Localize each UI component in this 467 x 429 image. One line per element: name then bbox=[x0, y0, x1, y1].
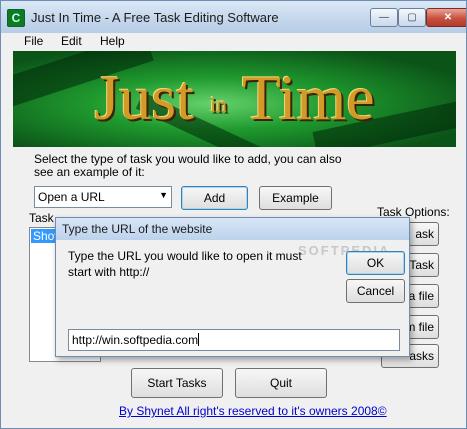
menu-bar: File Edit Help bbox=[1, 33, 466, 50]
banner-logo: Just in Time bbox=[13, 51, 456, 147]
quit-button[interactable]: Quit bbox=[235, 368, 327, 398]
url-dialog: Type the URL of the website Type the URL… bbox=[55, 217, 410, 357]
url-input-text: http://win.softpedia.com bbox=[72, 333, 200, 347]
instruction-line-2: see an example of it: bbox=[34, 165, 145, 179]
dialog-title-bar[interactable]: Type the URL of the website bbox=[56, 218, 409, 240]
url-input[interactable]: http://win.softpedia.com bbox=[68, 329, 400, 351]
window-title: Just In Time - A Free Task Editing Softw… bbox=[31, 10, 279, 25]
title-bar[interactable]: C Just In Time - A Free Task Editing Sof… bbox=[1, 1, 466, 33]
ok-button[interactable]: OK bbox=[346, 251, 405, 275]
example-button[interactable]: Example bbox=[259, 186, 332, 210]
banner-word-just: Just bbox=[94, 62, 194, 133]
dialog-title: Type the URL of the website bbox=[62, 222, 213, 236]
banner-word-in: in bbox=[209, 91, 228, 117]
text-caret bbox=[198, 333, 200, 346]
chevron-down-icon: ▼ bbox=[159, 190, 168, 200]
url-value: http://win.softpedia.com bbox=[72, 333, 199, 347]
footer-credits-link[interactable]: By Shynet All right's reserved to it's o… bbox=[119, 404, 387, 418]
menu-file[interactable]: File bbox=[24, 34, 43, 48]
instruction-line-1: Select the type of task you would like t… bbox=[34, 152, 342, 166]
menu-edit[interactable]: Edit bbox=[61, 34, 82, 48]
task-type-select[interactable]: Open a URL ▼ bbox=[34, 186, 172, 208]
close-button[interactable]: ✕ bbox=[426, 8, 466, 27]
task-type-value: Open a URL bbox=[38, 190, 105, 204]
menu-help[interactable]: Help bbox=[100, 34, 125, 48]
start-tasks-button[interactable]: Start Tasks bbox=[131, 368, 223, 398]
add-button[interactable]: Add bbox=[181, 186, 248, 210]
banner-word-time: Time bbox=[241, 62, 375, 133]
tasks-label: Task bbox=[29, 211, 54, 225]
minimize-button[interactable]: — bbox=[370, 8, 398, 27]
app-icon: C bbox=[7, 9, 25, 27]
dialog-message: Type the URL you would like to open it m… bbox=[68, 249, 302, 279]
maximize-button[interactable]: ▢ bbox=[398, 8, 426, 27]
banner-title: Just in Time bbox=[13, 61, 456, 135]
main-window: C Just In Time - A Free Task Editing Sof… bbox=[0, 0, 467, 429]
cancel-button[interactable]: Cancel bbox=[346, 279, 405, 303]
